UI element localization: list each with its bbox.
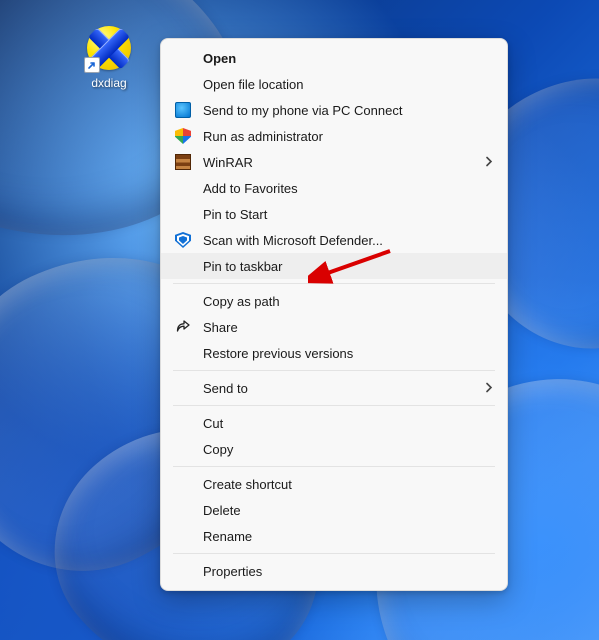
menu-item-restore-ver[interactable]: Restore previous versions bbox=[161, 340, 507, 366]
menu-separator bbox=[173, 370, 495, 371]
pc-connect-icon bbox=[175, 100, 203, 120]
blank bbox=[175, 561, 203, 581]
menu-item-label: Add to Favorites bbox=[203, 182, 493, 195]
blank bbox=[175, 204, 203, 224]
menu-item-label: Create shortcut bbox=[203, 478, 493, 491]
shortcut-arrow-icon bbox=[84, 57, 100, 73]
menu-separator bbox=[173, 405, 495, 406]
blank bbox=[175, 413, 203, 433]
menu-separator bbox=[173, 466, 495, 467]
chevron-right-icon bbox=[485, 381, 493, 396]
blank bbox=[175, 439, 203, 459]
menu-item-send-phone[interactable]: Send to my phone via PC Connect bbox=[161, 97, 507, 123]
blank bbox=[175, 474, 203, 494]
admin-shield-icon bbox=[175, 126, 203, 146]
blank bbox=[175, 178, 203, 198]
menu-item-label: Pin to Start bbox=[203, 208, 493, 221]
menu-item-open-location[interactable]: Open file location bbox=[161, 71, 507, 97]
menu-item-label: Open file location bbox=[203, 78, 493, 91]
menu-item-create-shortcut[interactable]: Create shortcut bbox=[161, 471, 507, 497]
winrar-icon bbox=[175, 154, 191, 170]
blank bbox=[175, 500, 203, 520]
menu-item-label: Copy as path bbox=[203, 295, 493, 308]
menu-item-run-admin[interactable]: Run as administrator bbox=[161, 123, 507, 149]
defender-shield-icon bbox=[175, 232, 191, 248]
menu-item-label: Restore previous versions bbox=[203, 347, 493, 360]
menu-item-open[interactable]: Open bbox=[161, 45, 507, 71]
defender-shield-icon bbox=[175, 230, 203, 250]
menu-item-copy[interactable]: Copy bbox=[161, 436, 507, 462]
menu-item-pin-taskbar[interactable]: Pin to taskbar bbox=[161, 253, 507, 279]
menu-item-share[interactable]: Share bbox=[161, 314, 507, 340]
menu-item-pin-start[interactable]: Pin to Start bbox=[161, 201, 507, 227]
menu-item-label: Pin to taskbar bbox=[203, 260, 493, 273]
menu-separator bbox=[173, 283, 495, 284]
menu-item-winrar[interactable]: WinRAR bbox=[161, 149, 507, 175]
menu-item-label: Run as administrator bbox=[203, 130, 493, 143]
menu-item-label: Cut bbox=[203, 417, 493, 430]
share-icon bbox=[175, 319, 191, 335]
menu-item-label: Share bbox=[203, 321, 493, 334]
dxdiag-icon bbox=[85, 24, 133, 72]
menu-item-send-to[interactable]: Send to bbox=[161, 375, 507, 401]
menu-item-properties[interactable]: Properties bbox=[161, 558, 507, 584]
menu-item-label: Properties bbox=[203, 565, 493, 578]
desktop-shortcut-dxdiag[interactable]: dxdiag bbox=[74, 24, 144, 90]
menu-item-scan-defender[interactable]: Scan with Microsoft Defender... bbox=[161, 227, 507, 253]
chevron-right-icon bbox=[485, 155, 493, 170]
menu-item-label: Rename bbox=[203, 530, 493, 543]
menu-item-add-favorites[interactable]: Add to Favorites bbox=[161, 175, 507, 201]
pc-connect-icon bbox=[175, 102, 191, 118]
menu-item-cut[interactable]: Cut bbox=[161, 410, 507, 436]
winrar-icon bbox=[175, 152, 203, 172]
menu-item-label: Delete bbox=[203, 504, 493, 517]
blank bbox=[175, 256, 203, 276]
share-icon bbox=[175, 317, 203, 337]
blank bbox=[175, 378, 203, 398]
menu-item-label: Send to my phone via PC Connect bbox=[203, 104, 493, 117]
menu-item-label: Scan with Microsoft Defender... bbox=[203, 234, 493, 247]
menu-item-delete[interactable]: Delete bbox=[161, 497, 507, 523]
blank bbox=[175, 74, 203, 94]
desktop-shortcut-label: dxdiag bbox=[91, 76, 126, 90]
menu-separator bbox=[173, 553, 495, 554]
blank bbox=[175, 291, 203, 311]
menu-item-rename[interactable]: Rename bbox=[161, 523, 507, 549]
blank bbox=[175, 526, 203, 546]
menu-item-label: Copy bbox=[203, 443, 493, 456]
menu-item-label: WinRAR bbox=[203, 156, 493, 169]
context-menu: Open Open file location Send to my phone v… bbox=[160, 38, 508, 591]
menu-item-label: Send to bbox=[203, 382, 493, 395]
blank bbox=[175, 343, 203, 363]
admin-shield-icon bbox=[175, 128, 191, 144]
menu-item-label: Open bbox=[203, 52, 493, 65]
blank bbox=[175, 48, 203, 68]
menu-item-copy-path[interactable]: Copy as path bbox=[161, 288, 507, 314]
